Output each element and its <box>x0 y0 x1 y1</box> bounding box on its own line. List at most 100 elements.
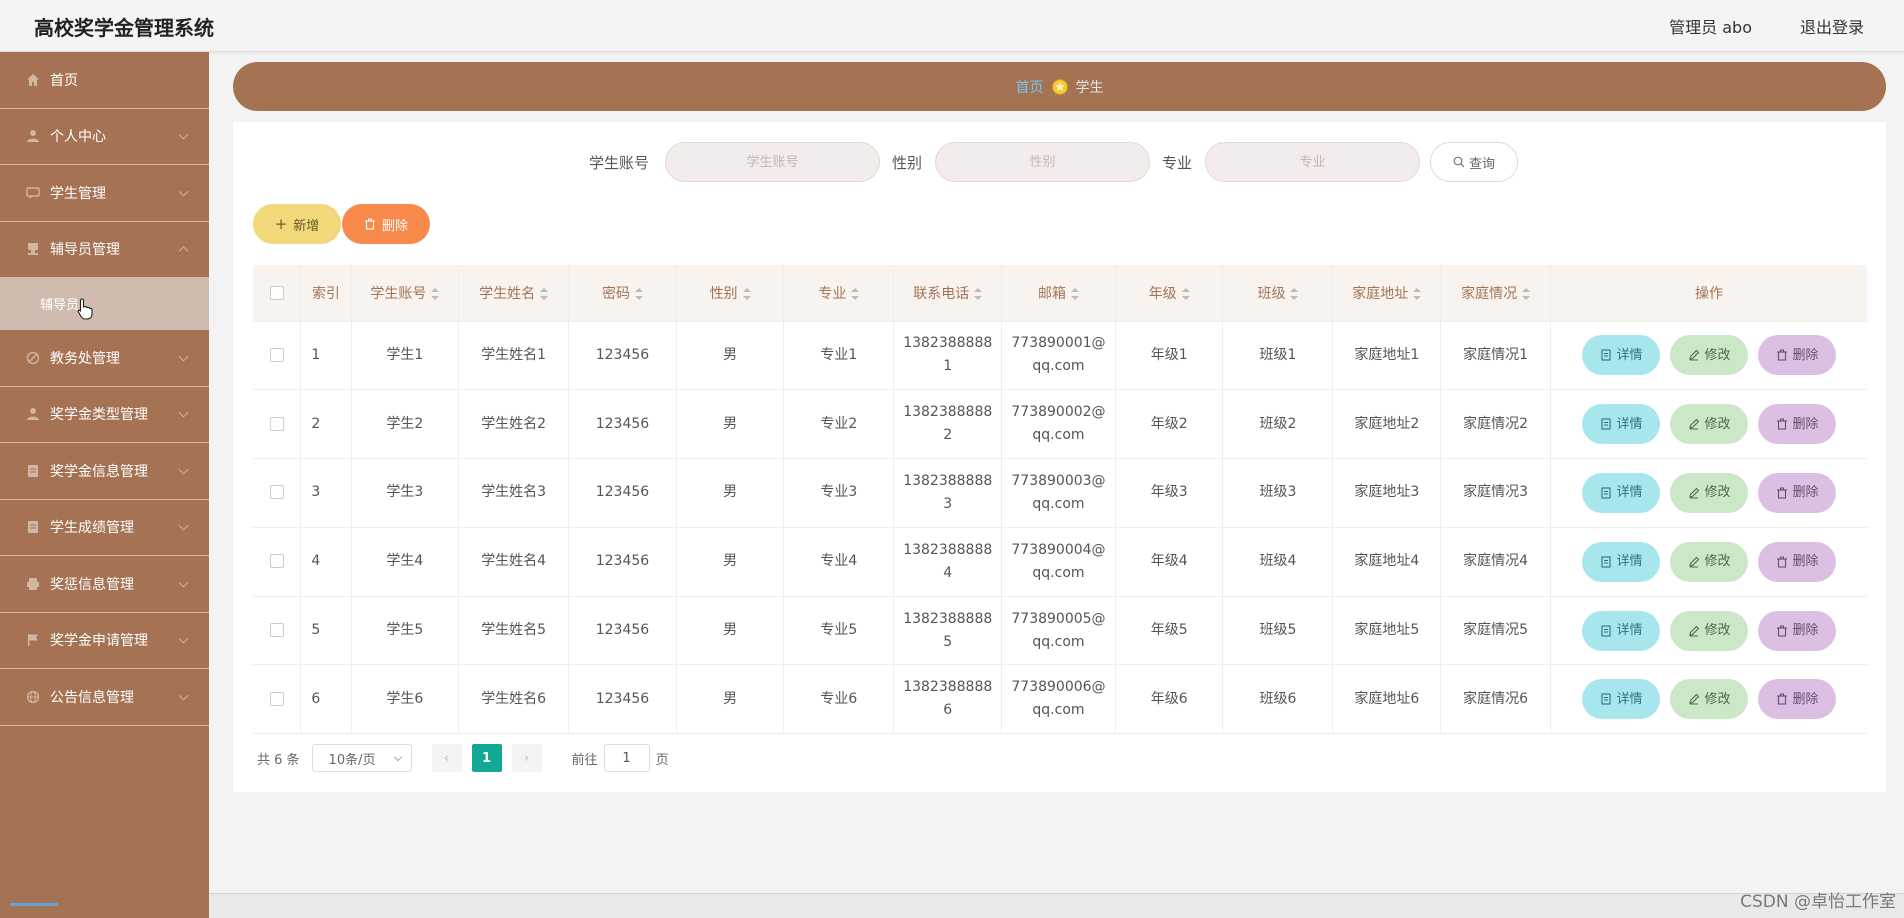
detail-button[interactable]: 详情 <box>1582 335 1661 376</box>
search-bar: 学生账号 性别 专业 查询 <box>233 142 1886 182</box>
cell-gender: 男 <box>676 526 785 597</box>
query-button[interactable]: 查询 <box>1430 142 1518 182</box>
cell-address: 家庭地址6 <box>1332 664 1442 735</box>
cell-address: 家庭地址2 <box>1332 389 1442 459</box>
cell-class: 班级2 <box>1222 389 1334 459</box>
sidebar-item-grades[interactable]: 学生成绩管理 <box>0 500 209 556</box>
col-header-email[interactable]: 邮箱 <box>1001 265 1116 321</box>
sidebar-scrollbar[interactable] <box>10 903 58 906</box>
detail-button[interactable]: 详情 <box>1582 679 1661 720</box>
search-icon <box>1453 156 1465 168</box>
row-checkbox[interactable] <box>269 691 284 706</box>
logout-link[interactable]: 退出登录 <box>1800 14 1864 38</box>
prev-page-button[interactable]: ‹ <box>431 744 462 772</box>
edit-button[interactable]: 修改 <box>1670 404 1749 445</box>
col-header-class[interactable]: 班级 <box>1222 265 1334 321</box>
delete-button[interactable]: 删除 <box>1758 610 1837 651</box>
sidebar-item-announcements[interactable]: 公告信息管理 <box>0 669 209 726</box>
edit-button[interactable]: 修改 <box>1670 335 1749 376</box>
chevron-down-icon <box>178 407 189 418</box>
cell-grade: 年级4 <box>1115 526 1224 597</box>
col-header-password[interactable]: 密码 <box>568 265 677 321</box>
sidebar-item-rewards[interactable]: 奖惩信息管理 <box>0 556 209 613</box>
edit-button[interactable]: 修改 <box>1670 541 1749 582</box>
sort-icon[interactable] <box>431 287 440 300</box>
breadcrumb-home[interactable]: 首页 <box>1016 77 1044 97</box>
sidebar-item-scholarship-info[interactable]: 奖学金信息管理 <box>0 443 209 500</box>
account-input[interactable] <box>665 142 880 182</box>
delete-label: 删除 <box>381 218 408 234</box>
sort-icon[interactable] <box>1290 287 1299 300</box>
sort-icon[interactable] <box>540 287 549 300</box>
detail-button[interactable]: 详情 <box>1582 472 1661 513</box>
next-page-button[interactable]: › <box>511 744 542 772</box>
sidebar-item-label: 学生管理 <box>50 185 106 202</box>
col-header-name[interactable]: 学生姓名 <box>458 265 570 321</box>
row-checkbox[interactable] <box>269 554 284 569</box>
sidebar-item-scholarship-types[interactable]: 奖学金类型管理 <box>0 387 209 443</box>
sidebar-item-students[interactable]: 学生管理 <box>0 165 209 222</box>
add-button[interactable]: + 新增 <box>253 204 341 244</box>
sidebar-item-home[interactable]: 首页 <box>0 52 209 109</box>
bulk-delete-button[interactable]: 删除 <box>342 204 430 244</box>
col-header-gender[interactable]: 性别 <box>676 265 785 321</box>
col-header-grade[interactable]: 年级 <box>1115 265 1224 321</box>
sort-icon[interactable] <box>851 287 860 300</box>
cell-email: 773890001@ qq.com <box>1001 320 1116 390</box>
col-header-account[interactable]: 学生账号 <box>351 265 460 321</box>
chevron-down-icon <box>178 464 189 475</box>
select-all-checkbox[interactable] <box>269 285 284 300</box>
chevron-down-icon <box>178 633 189 644</box>
row-checkbox[interactable] <box>269 416 284 431</box>
edit-button[interactable]: 修改 <box>1670 472 1749 513</box>
major-input[interactable] <box>1205 142 1420 182</box>
sort-icon[interactable] <box>1181 287 1190 300</box>
sort-icon[interactable] <box>1070 287 1079 300</box>
document-icon <box>1600 418 1611 430</box>
plus-icon: + <box>274 215 288 233</box>
sort-icon[interactable] <box>742 287 751 300</box>
cell-phone: 1382388888 4 <box>893 526 1003 597</box>
cell-actions: 详情 修改 删除 <box>1550 458 1867 528</box>
edit-button[interactable]: 修改 <box>1670 679 1749 720</box>
doc-icon <box>26 464 40 478</box>
row-checkbox[interactable] <box>269 485 284 500</box>
sidebar-subitem-counselor[interactable]: 辅导员 <box>0 278 209 330</box>
bottom-scrollbar[interactable] <box>209 893 1904 918</box>
sidebar-item-label: 教务处管理 <box>50 350 120 367</box>
delete-button[interactable]: 删除 <box>1758 472 1837 513</box>
cell-family: 家庭情况6 <box>1440 664 1552 735</box>
sidebar-item-academic-office[interactable]: 教务处管理 <box>0 330 209 387</box>
edit-button[interactable]: 修改 <box>1670 610 1749 651</box>
sidebar-item-counselors[interactable]: 辅导员管理 <box>0 222 209 278</box>
cell-account: 学生3 <box>351 458 460 528</box>
detail-button[interactable]: 详情 <box>1582 610 1661 651</box>
cell-gender: 男 <box>676 320 785 390</box>
sidebar-item-profile[interactable]: 个人中心 <box>0 109 209 165</box>
col-header-family[interactable]: 家庭情况 <box>1440 265 1552 321</box>
delete-button[interactable]: 删除 <box>1758 335 1837 376</box>
page-number-button[interactable]: 1 <box>471 744 502 772</box>
row-checkbox[interactable] <box>269 623 284 638</box>
delete-button[interactable]: 删除 <box>1758 404 1837 445</box>
col-header-phone[interactable]: 联系电话 <box>893 265 1003 321</box>
gender-input[interactable] <box>935 142 1150 182</box>
col-header-address[interactable]: 家庭地址 <box>1332 265 1442 321</box>
row-checkbox[interactable] <box>269 347 284 362</box>
sort-icon[interactable] <box>1522 287 1531 300</box>
page-size-select[interactable]: 10条/页 <box>311 744 412 772</box>
detail-button[interactable]: 详情 <box>1582 541 1661 582</box>
detail-button[interactable]: 详情 <box>1582 404 1661 445</box>
page-unit-label: 页 <box>655 752 669 768</box>
delete-button[interactable]: 删除 <box>1758 679 1837 720</box>
sort-icon[interactable] <box>1413 287 1422 300</box>
table-row: 4 学生4 学生姓名4 123456 男专业4 1382388888 4 773890004@… <box>253 526 1867 597</box>
delete-button[interactable]: 删除 <box>1758 541 1837 582</box>
col-header-major[interactable]: 专业 <box>783 265 895 321</box>
sidebar-item-label: 学生成绩管理 <box>50 520 134 537</box>
printer-icon <box>26 577 40 591</box>
sort-icon[interactable] <box>634 287 643 300</box>
sort-icon[interactable] <box>974 287 983 300</box>
sidebar-item-applications[interactable]: 奖学金申请管理 <box>0 613 209 669</box>
goto-page-input[interactable] <box>603 744 650 772</box>
